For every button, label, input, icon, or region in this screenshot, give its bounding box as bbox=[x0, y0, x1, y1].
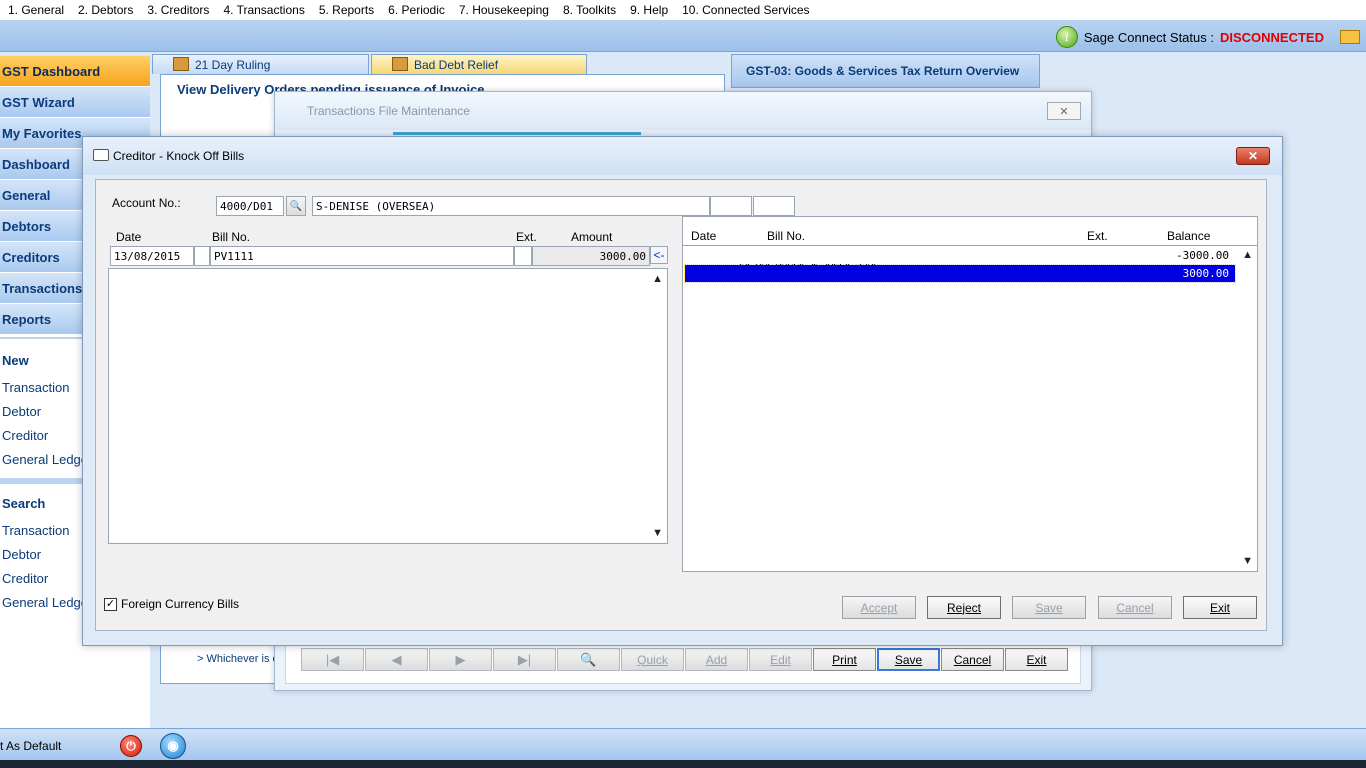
menu-reports[interactable]: 5. Reports bbox=[319, 3, 374, 17]
knockoff-left-list[interactable]: ▲ ▼ bbox=[108, 268, 668, 544]
last-record-button[interactable]: ▶| bbox=[493, 648, 556, 671]
account-no-label: Account No.: bbox=[112, 196, 181, 210]
account-name-field[interactable]: S-DENISE (OVERSEA) bbox=[312, 196, 710, 216]
menu-transactions[interactable]: 4. Transactions bbox=[223, 3, 304, 17]
left-ext-header: Ext. bbox=[516, 230, 537, 244]
checkbox-check-icon[interactable]: ✓ bbox=[104, 597, 117, 611]
menu-general[interactable]: 1. General bbox=[8, 3, 64, 17]
bill-row[interactable]: 13/08/2015 I SI15/002 -3000.00 bbox=[685, 247, 1235, 275]
person-icon bbox=[392, 57, 408, 71]
menu-connected-services[interactable]: 10. Connected Services bbox=[682, 3, 809, 17]
delivery-footnote: > Whichever is e bbox=[197, 653, 279, 665]
taskbar-strip bbox=[0, 760, 1366, 768]
knock-off-body: Account No.: 4000/D01 🔍 S-DENISE (OVERSE… bbox=[95, 179, 1267, 631]
bill-row-selected[interactable]: 13/08/2015 P PV1111 3000.00 bbox=[684, 264, 1236, 293]
bottom-bar: t As Default ⏻ ◉ bbox=[0, 728, 1366, 760]
scroll-down-icon[interactable]: ▼ bbox=[1242, 555, 1253, 567]
mail-icon[interactable] bbox=[1340, 30, 1360, 44]
menu-toolkits[interactable]: 8. Toolkits bbox=[563, 3, 616, 17]
next-record-button[interactable]: ▶ bbox=[429, 648, 492, 671]
gst03-panel-title: GST-03: Goods & Services Tax Return Over… bbox=[731, 54, 1040, 88]
foreign-currency-label: Foreign Currency Bills bbox=[121, 597, 240, 611]
bill-row-balance: 3000.00 bbox=[1182, 267, 1229, 280]
edit-button[interactable]: Edit bbox=[749, 648, 812, 671]
right-balance-header: Balance bbox=[1167, 229, 1211, 243]
print-button[interactable]: Print bbox=[813, 648, 876, 671]
entry-date-field[interactable]: 13/08/2015 bbox=[110, 246, 194, 266]
entry-spacer-field[interactable] bbox=[194, 246, 210, 266]
bill-row-text: 13/08/2015 P PV1111 bbox=[737, 280, 864, 293]
knockoff-exit-button[interactable]: Exit bbox=[1183, 596, 1257, 619]
power-icon[interactable]: ⏻ bbox=[120, 735, 142, 757]
account-extra-field-2[interactable] bbox=[753, 196, 795, 216]
tfm-cancel-button[interactable]: Cancel bbox=[941, 648, 1004, 671]
menu-bar: 1. General 2. Debtors 3. Creditors 4. Tr… bbox=[0, 0, 1366, 20]
quick-button[interactable]: Quick bbox=[621, 648, 684, 671]
header-divider bbox=[683, 245, 1257, 246]
right-date-header: Date bbox=[691, 229, 717, 243]
left-amount-header: Amount bbox=[571, 230, 613, 244]
set-as-default-label[interactable]: t As Default bbox=[0, 739, 61, 753]
outstanding-bills-panel: Date Bill No. Ext. Balance 13/08/2015 I … bbox=[682, 216, 1258, 572]
entry-amount-field[interactable]: 3000.00 bbox=[532, 246, 650, 266]
knockoff-cancel-button[interactable]: Cancel bbox=[1098, 596, 1172, 619]
left-bill-header: Bill No. bbox=[212, 230, 251, 244]
calendar-icon bbox=[173, 57, 189, 71]
entry-bill-field[interactable]: PV1111 bbox=[210, 246, 514, 266]
find-button[interactable]: 🔍 bbox=[557, 648, 620, 671]
tab-bad-debt-relief[interactable]: Bad Debt Relief bbox=[371, 54, 587, 74]
menu-creditors[interactable]: 3. Creditors bbox=[147, 3, 209, 17]
info-icon[interactable]: i bbox=[1055, 26, 1078, 48]
menu-help[interactable]: 9. Help bbox=[630, 3, 668, 17]
sage-connect-status: DISCONNECTED bbox=[1219, 29, 1324, 45]
scroll-down-icon[interactable]: ▼ bbox=[652, 527, 663, 539]
lookup-icon[interactable]: 🔍 bbox=[286, 196, 306, 216]
rss-icon[interactable]: ◉ bbox=[160, 733, 186, 759]
tfm-close-button[interactable]: ✕ bbox=[1047, 102, 1081, 120]
sage-connect-label: Sage Connect Status : bbox=[1083, 29, 1214, 45]
tfm-exit-button[interactable]: Exit bbox=[1005, 648, 1068, 671]
tfm-save-button[interactable]: Save bbox=[877, 648, 940, 671]
tab-21-day-ruling[interactable]: 21 Day Ruling bbox=[152, 54, 369, 74]
status-bar: i Sage Connect Status : DISCONNECTED bbox=[0, 20, 1366, 52]
knock-off-title: Creditor - Knock Off Bills bbox=[83, 137, 1282, 175]
bill-row-balance: -3000.00 bbox=[1176, 249, 1229, 262]
tab-label: Bad Debt Relief bbox=[414, 57, 499, 72]
first-record-button[interactable]: |◀ bbox=[301, 648, 364, 671]
window-icon bbox=[93, 149, 109, 161]
foreign-currency-checkbox[interactable]: ✓ Foreign Currency Bills bbox=[104, 597, 239, 611]
scroll-up-icon[interactable]: ▲ bbox=[652, 273, 663, 285]
tfm-tab-indicator bbox=[393, 132, 641, 135]
sidebar-gst-dashboard[interactable]: GST Dashboard bbox=[0, 56, 150, 87]
left-date-header: Date bbox=[116, 230, 142, 244]
entry-ext-field[interactable] bbox=[514, 246, 532, 266]
knockoff-save-button[interactable]: Save bbox=[1012, 596, 1086, 619]
close-icon[interactable]: ✕ bbox=[1236, 147, 1270, 165]
add-button[interactable]: Add bbox=[685, 648, 748, 671]
menu-debtors[interactable]: 2. Debtors bbox=[78, 3, 133, 17]
right-ext-header: Ext. bbox=[1087, 229, 1108, 243]
sidebar-gst-wizard[interactable]: GST Wizard bbox=[0, 87, 150, 118]
tfm-title: Transactions File Maintenance bbox=[275, 92, 1091, 130]
knock-off-bills-dialog: Creditor - Knock Off Bills ✕ Account No.… bbox=[82, 136, 1283, 646]
account-no-field[interactable]: 4000/D01 bbox=[216, 196, 284, 216]
scroll-up-icon[interactable]: ▲ bbox=[1242, 249, 1253, 261]
menu-housekeeping[interactable]: 7. Housekeeping bbox=[459, 3, 549, 17]
reject-button[interactable]: Reject bbox=[927, 596, 1001, 619]
accept-button[interactable]: Accept bbox=[842, 596, 916, 619]
menu-periodic[interactable]: 6. Periodic bbox=[388, 3, 445, 17]
prev-record-button[interactable]: ◀ bbox=[365, 648, 428, 671]
right-bill-header: Bill No. bbox=[767, 229, 806, 243]
account-extra-field-1[interactable] bbox=[710, 196, 752, 216]
add-to-knockoff-arrow[interactable]: <- bbox=[650, 246, 668, 264]
tab-label: 21 Day Ruling bbox=[195, 57, 271, 72]
